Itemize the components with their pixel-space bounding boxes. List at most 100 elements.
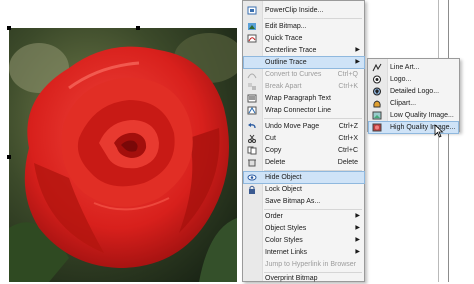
menu-item-edit-bitmap[interactable]: Edit Bitmap... [244, 21, 364, 32]
rose-bitmap-image[interactable] [9, 28, 237, 282]
menu-item-label: Delete [265, 159, 286, 166]
submenu-item-label: Low Quality Image... [390, 112, 454, 119]
menu-item-undo-move-page[interactable]: Undo Move Page Ctrl+Z [244, 121, 364, 132]
menu-item-label: Overprint Bitmap [265, 275, 318, 282]
menu-item-hide-object[interactable]: Hide Object [243, 171, 365, 184]
menu-item-wrap-paragraph-text[interactable]: Wrap Paragraph Text [244, 93, 364, 104]
submenu-arrow-icon: ▶ [355, 225, 360, 231]
detailed-logo-icon [373, 87, 381, 96]
undo-icon [248, 123, 256, 129]
menu-separator [264, 209, 362, 210]
menu-item-label: Save Bitmap As... [265, 198, 321, 205]
menu-item-copy[interactable]: Copy Ctrl+C [244, 145, 364, 156]
edit-bitmap-icon [248, 23, 256, 30]
menu-item-break-apart[interactable]: Break Apart Ctrl+K [244, 81, 364, 92]
break-apart-icon [248, 83, 256, 90]
selection-handle-top-middle[interactable] [136, 26, 140, 30]
copy-icon [247, 146, 257, 155]
lock-icon [249, 185, 255, 194]
menu-item-label: Centerline Trace [265, 47, 317, 54]
page-border [438, 0, 439, 282]
menu-item-cut[interactable]: Cut Ctrl+X [244, 133, 364, 144]
submenu-item-detailed-logo[interactable]: Detailed Logo... [369, 86, 458, 97]
submenu-item-label: Logo... [390, 76, 412, 83]
menu-item-centerline-trace[interactable]: Centerline Trace ▶ [244, 45, 364, 56]
menu-item-label: Edit Bitmap... [265, 23, 307, 30]
menu-item-label: Cut [265, 135, 276, 142]
line-art-icon [372, 63, 382, 72]
menu-item-label: Object Styles [265, 225, 307, 232]
powerclip-icon [247, 6, 257, 15]
submenu-item-high-quality-image[interactable]: High Quality Image... [368, 121, 459, 134]
menu-item-label: Order [265, 213, 283, 220]
menu-item-outline-trace[interactable]: Outline Trace ▶ [243, 56, 365, 69]
menu-separator [264, 170, 362, 171]
submenu-arrow-icon: ▶ [355, 237, 360, 243]
rose-illustration [9, 28, 237, 282]
menu-item-order[interactable]: Order ▶ [244, 211, 364, 222]
submenu-arrow-icon: ▶ [355, 213, 360, 219]
menu-item-shortcut: Ctrl+X [338, 135, 358, 142]
wrap-paragraph-text-icon [247, 94, 257, 103]
submenu-item-logo[interactable]: Logo... [369, 74, 458, 85]
scissors-icon [248, 134, 256, 143]
submenu-arrow-icon: ▶ [355, 59, 360, 65]
menu-item-label: Jump to Hyperlink in Browser [265, 261, 357, 268]
menu-item-quick-trace[interactable]: Quick Trace [244, 33, 364, 44]
menu-item-label: Undo Move Page [265, 123, 320, 130]
clipart-icon [373, 100, 381, 108]
submenu-item-line-art[interactable]: Line Art... [369, 62, 458, 73]
menu-item-save-bitmap-as[interactable]: Save Bitmap As... [244, 196, 364, 207]
menu-item-lock-object[interactable]: Lock Object [244, 184, 364, 195]
menu-item-shortcut: Ctrl+Q [337, 71, 358, 78]
menu-item-label: Wrap Connector Line [265, 107, 332, 114]
quick-trace-icon [247, 34, 257, 43]
high-quality-image-icon [372, 123, 382, 132]
convert-to-curves-icon [247, 73, 257, 79]
submenu-item-label: Detailed Logo... [390, 88, 440, 95]
menu-item-label: PowerClip Inside... [265, 7, 324, 14]
menu-item-label: Outline Trace [265, 59, 307, 66]
wrap-connector-line-icon [247, 106, 257, 115]
menu-item-object-styles[interactable]: Object Styles ▶ [244, 223, 364, 234]
menu-item-wrap-connector-line[interactable]: Wrap Connector Line [244, 105, 364, 116]
menu-item-internet-links[interactable]: Internet Links ▶ [244, 247, 364, 258]
logo-icon [373, 75, 381, 84]
submenu-item-label: Clipart... [390, 100, 417, 107]
submenu-item-clipart[interactable]: Clipart... [369, 98, 458, 109]
delete-icon [248, 159, 256, 167]
menu-item-convert-to-curves[interactable]: Convert to Curves Ctrl+Q [244, 69, 364, 80]
menu-item-label: Hide Object [265, 174, 302, 181]
selection-handle-top-left[interactable] [7, 26, 11, 30]
menu-item-label: Lock Object [265, 186, 302, 193]
menu-item-label: Copy [265, 147, 282, 154]
menu-item-jump-to-hyperlink[interactable]: Jump to Hyperlink in Browser [244, 259, 364, 270]
menu-item-powerclip-inside[interactable]: PowerClip Inside... [244, 5, 364, 16]
menu-item-color-styles[interactable]: Color Styles ▶ [244, 235, 364, 246]
submenu-item-low-quality-image[interactable]: Low Quality Image... [369, 110, 458, 121]
submenu-arrow-icon: ▶ [355, 47, 360, 53]
eye-icon [247, 174, 257, 181]
menu-item-label: Quick Trace [265, 35, 303, 42]
context-menu: PowerClip Inside... Edit Bitmap... Quick… [242, 0, 365, 282]
menu-item-delete[interactable]: Delete Delete [244, 157, 364, 168]
selection-handle-middle-left[interactable] [7, 155, 11, 159]
menu-item-shortcut: Ctrl+K [338, 83, 358, 90]
page-shadow-edge [448, 0, 449, 282]
menu-item-label: Break Apart [265, 83, 302, 90]
submenu-item-label: Line Art... [390, 64, 420, 71]
menu-item-shortcut: Ctrl+C [337, 147, 358, 154]
mouse-pointer-icon [434, 124, 444, 138]
menu-item-shortcut: Delete [337, 159, 358, 166]
submenu-arrow-icon: ▶ [355, 249, 360, 255]
menu-separator [264, 118, 362, 119]
outline-trace-submenu: Line Art... Logo... Detailed Logo... Cli… [367, 58, 460, 134]
menu-separator [264, 18, 362, 19]
menu-item-shortcut: Ctrl+Z [338, 123, 358, 130]
menu-item-overprint-bitmap[interactable]: Overprint Bitmap [244, 273, 364, 284]
menu-item-label: Wrap Paragraph Text [265, 95, 331, 102]
low-quality-image-icon [372, 111, 382, 120]
menu-item-label: Color Styles [265, 237, 303, 244]
menu-item-label: Internet Links [265, 249, 308, 256]
menu-item-label: Convert to Curves [265, 71, 322, 78]
